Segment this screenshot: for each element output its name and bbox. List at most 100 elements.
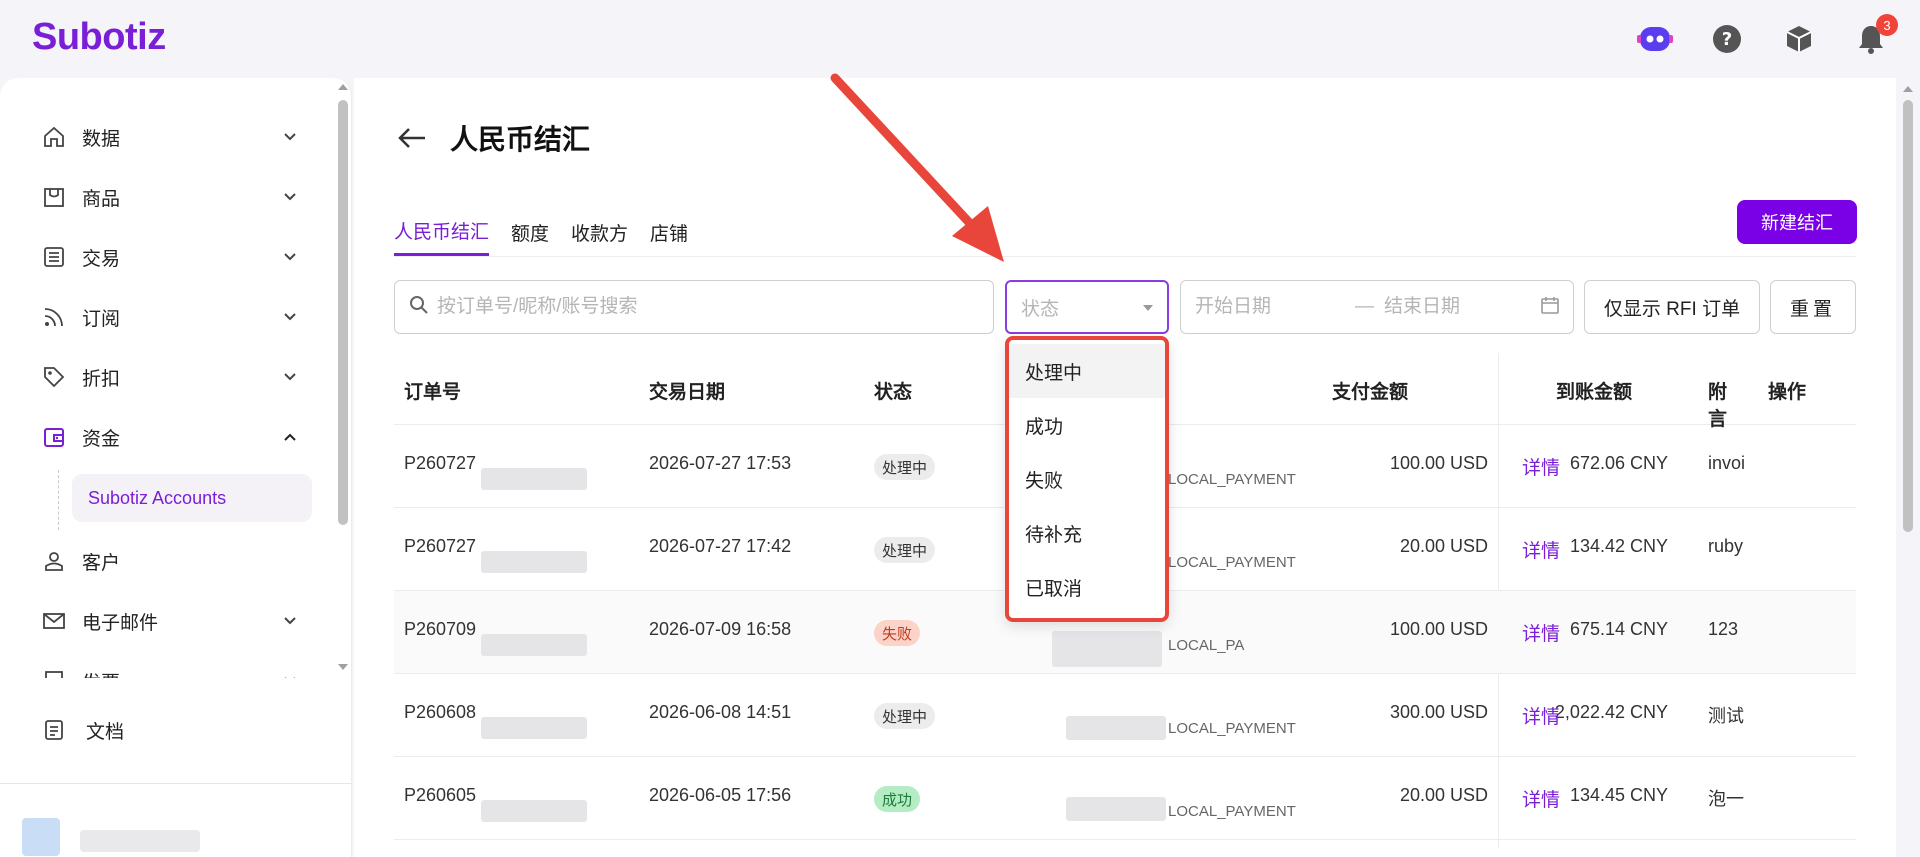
search-box [394,280,994,334]
detail-link[interactable]: 详情 [1522,619,1560,646]
invoice-icon [40,667,68,678]
status-badge: 失败 [874,620,921,646]
docs-label: 文档 [86,721,125,743]
tab-cny-settlement[interactable]: 人民币结汇 [394,208,490,256]
status-option-success[interactable]: 成功 [1009,398,1165,452]
sidebar-item-label: 数据 [82,128,121,150]
payee-redacted [1066,797,1166,821]
detail-link[interactable]: 详情 [1522,702,1560,729]
sidebar-item-email[interactable]: 电子邮件 [40,599,300,643]
calendar-icon[interactable] [1541,296,1559,319]
sidebar-item-discounts[interactable]: 折扣 [40,355,300,399]
detail-link[interactable]: 详情 [1522,536,1560,563]
top-actions: ? 3 [1636,14,1898,58]
avatar[interactable] [22,818,60,856]
order-number: P260727 [404,453,477,473]
scroll-up-icon[interactable] [1903,84,1913,94]
status-select[interactable]: 状态 [1005,280,1169,334]
sidebar-scrollbar[interactable] [335,78,351,678]
header-action: 操作 [1768,382,1807,403]
pay-amount: 100.00 USD [1389,453,1488,473]
docs-icon [40,716,68,744]
svg-text:?: ? [1722,29,1732,50]
detail-link[interactable]: 详情 [1522,453,1560,480]
remark: invoi [1708,453,1746,473]
status-option-pending[interactable]: 待补充 [1009,506,1165,560]
account-name-redacted [80,830,200,852]
status-option-cancelled[interactable]: 已取消 [1009,560,1165,614]
status-option-processing[interactable]: 处理中 [1009,344,1165,398]
status-dropdown-menu: 处理中 成功 失败 待补充 已取消 [1005,336,1169,622]
sidebar-item-label: 订阅 [82,308,121,330]
order-number-redacted [481,468,587,490]
bell-icon[interactable]: 3 [1852,14,1898,58]
sidebar-item-data[interactable]: 数据 [40,115,300,159]
sidebar-item-invoices[interactable]: 发票 [40,659,300,678]
status-badge: 处理中 [874,703,936,729]
order-number-redacted [481,551,587,573]
back-arrow-icon[interactable] [394,120,430,156]
help-icon[interactable]: ? [1708,20,1746,58]
payee-redacted [1052,631,1162,667]
header-pay-amount: 支付金额 [1332,382,1409,403]
payee-redacted [1066,716,1166,740]
sidebar-subitem-subotiz-accounts[interactable]: Subotiz Accounts [72,474,312,522]
pay-amount: 20.00 USD [1399,536,1488,556]
sidebar-scroll-thumb[interactable] [338,100,348,525]
search-icon [409,295,429,320]
sidebar-item-customers[interactable]: 客户 [40,539,300,583]
scroll-down-icon[interactable] [338,662,348,672]
payment-method: LOCAL_PAYMENT [1168,720,1296,737]
payment-method: LOCAL_PAYMENT [1168,554,1296,571]
chevron-down-icon [280,187,300,207]
transaction-date: 2026-07-27 17:53 [649,453,792,473]
mail-icon [40,607,68,635]
header-received-amount: 到账金额 [1556,382,1633,403]
transaction-date: 2026-07-27 17:42 [649,536,792,556]
header-date: 交易日期 [649,382,726,403]
detail-link[interactable]: 详情 [1522,785,1560,812]
date-range-picker: — [1180,280,1574,334]
ai-assistant-icon[interactable] [1636,20,1674,58]
order-number-redacted [481,800,587,822]
remark: 测试 [1708,706,1744,726]
tabs-divider [394,256,1856,257]
main-scrollbar[interactable] [1898,78,1918,857]
chevron-down-icon [280,611,300,631]
search-input[interactable] [437,296,987,318]
header-remark: 附言 [1708,382,1728,430]
sidebar-item-subscriptions[interactable]: 订阅 [40,295,300,339]
order-number: P260727 [404,536,477,556]
payment-method: LOCAL_PAYMENT [1168,803,1296,820]
main-scroll-thumb[interactable] [1903,100,1913,532]
reset-button[interactable]: 重置 [1770,280,1856,334]
sidebar-item-products[interactable]: 商品 [40,175,300,219]
sidebar-item-docs[interactable]: 文档 [40,708,124,752]
transaction-date: 2026-06-08 14:51 [649,702,792,722]
sidebar-item-label: 折扣 [82,368,121,390]
tab-store[interactable]: 店铺 [650,208,688,256]
end-date-input[interactable] [1384,296,1534,318]
start-date-input[interactable] [1195,296,1345,318]
remark: 123 [1708,619,1739,639]
rfi-only-button[interactable]: 仅显示 RFI 订单 [1584,280,1760,334]
package-icon[interactable] [1780,20,1818,58]
date-separator: — [1355,296,1374,317]
tab-quota[interactable]: 额度 [511,208,549,256]
status-option-failed[interactable]: 失败 [1009,452,1165,506]
status-badge: 成功 [874,786,921,812]
status-placeholder: 状态 [1021,298,1060,320]
sidebar-item-label: 交易 [82,248,121,270]
user-icon [40,547,68,575]
sidebar-item-label: 客户 [82,552,121,574]
order-number: P260605 [404,785,477,805]
scroll-up-icon[interactable] [338,82,348,92]
sidebar-item-transactions[interactable]: 交易 [40,235,300,279]
app-logo[interactable]: Subotiz [32,16,166,59]
list-icon [40,243,68,271]
new-settlement-button[interactable]: 新建结汇 [1737,200,1857,244]
tab-payee[interactable]: 收款方 [571,208,628,256]
sidebar: 数据 商品 交易 订阅 折扣 资金 Subotiz Accounts 客户 电子… [0,78,352,857]
sidebar-item-label: 资金 [82,428,121,450]
sidebar-item-funds[interactable]: 资金 [40,415,300,459]
